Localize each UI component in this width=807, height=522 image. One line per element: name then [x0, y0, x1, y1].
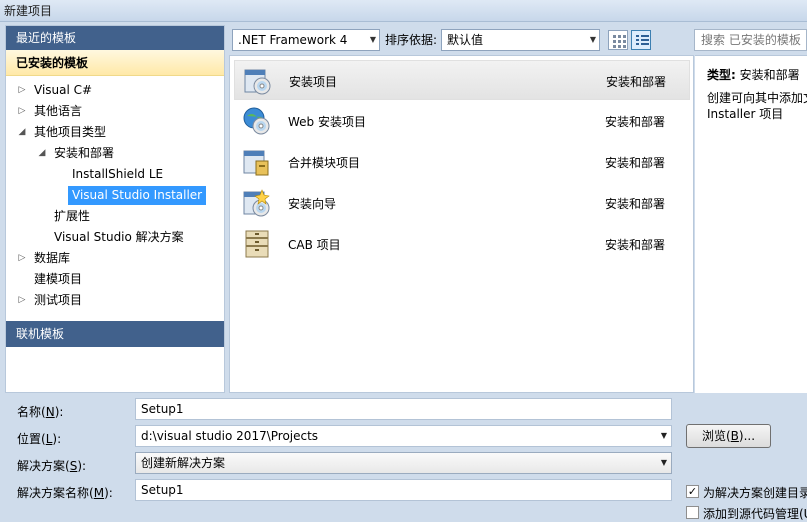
online-templates-header[interactable]: 联机模板: [6, 321, 224, 347]
checkbox-box[interactable]: [686, 506, 699, 519]
cab-project-icon: [242, 229, 272, 259]
sort-select-value: 默认值: [447, 33, 484, 47]
sort-label: 排序依据:: [385, 33, 438, 47]
project-name-input[interactable]: Setup1: [135, 398, 672, 420]
template-item[interactable]: 安装向导 安装和部署: [234, 183, 690, 223]
tree-item[interactable]: 建模项目: [6, 269, 224, 290]
sort-select[interactable]: 默认值 ▼: [441, 29, 600, 51]
template-list: 安装项目 安装和部署 Web 安装项目 安装和部署 合并模块项目 安装和部署 安装向导 安装和…: [229, 55, 694, 393]
template-description: 创建可向其中添加文 Installer 项目: [707, 90, 807, 122]
tree-item[interactable]: ▷ 测试项目: [6, 290, 224, 311]
recent-templates-header[interactable]: 最近的模板: [6, 26, 224, 50]
type-value: 安装和部署: [739, 68, 800, 82]
project-form: 名称(N): Setup1 位置(L): d:\visual studio 20…: [0, 393, 807, 521]
template-name: 安装向导: [288, 197, 337, 211]
tree-item-label: Visual Studio Installer: [68, 186, 207, 205]
tree-item-label: 测试项目: [34, 293, 83, 307]
solution-name-input[interactable]: Setup1: [135, 479, 672, 501]
tree-item[interactable]: ◢ 其他项目类型: [6, 122, 224, 143]
framework-select[interactable]: .NET Framework 4 ▼: [232, 29, 380, 51]
tree-item[interactable]: ▷ 其他语言: [6, 101, 224, 122]
setup-project-icon: [243, 66, 273, 96]
template-name: 合并模块项目: [288, 156, 361, 170]
create-directory-label: 为解决方案创建目录: [703, 486, 807, 500]
collapsed-arrow-icon[interactable]: ▷: [16, 101, 28, 122]
source-control-label: 添加到源代码管理(U): [703, 507, 807, 521]
tree-item-label: 其他项目类型: [34, 125, 107, 139]
tree-item-label: 扩展性: [54, 209, 91, 223]
template-item[interactable]: 安装项目 安装和部署: [234, 60, 690, 100]
tree-item-label: Visual Studio 解决方案: [54, 230, 184, 244]
small-icons-view-button[interactable]: [608, 30, 628, 50]
template-details-panel: 类型: 安装和部署 创建可向其中添加文 Installer 项目: [695, 55, 807, 393]
expanded-arrow-icon[interactable]: ◢: [16, 122, 28, 143]
template-item[interactable]: Web 安装项目 安装和部署: [234, 101, 690, 141]
template-search-input[interactable]: 搜索 已安装的模板: [694, 29, 807, 51]
location-value: d:\visual studio 2017\Projects: [141, 429, 319, 443]
tree-item[interactable]: ▷ 数据库: [6, 248, 224, 269]
tree-item-label: 安装和部署: [54, 146, 115, 160]
collapsed-arrow-icon[interactable]: ▷: [16, 80, 28, 101]
tree-item-label: Visual C#: [34, 83, 93, 97]
tree-item-label: 数据库: [34, 251, 71, 265]
tree-item-label: InstallShield LE: [72, 167, 164, 181]
location-label: 位置(L):: [17, 432, 62, 446]
tree-item[interactable]: Visual Studio Installer: [6, 185, 224, 206]
template-toolbar: .NET Framework 4 ▼ 排序依据: 默认值 ▼ 搜索 已安装的模板: [228, 27, 807, 53]
description-line: 创建可向其中添加文: [707, 91, 807, 105]
template-category-panel: 最近的模板 已安装的模板 ▷ Visual C# ▷ 其他语言 ◢ 其他项目类型 ◢ 安装和部…: [5, 25, 225, 393]
merge-module-icon: [242, 147, 272, 177]
template-name: CAB 项目: [288, 238, 341, 252]
tree-item[interactable]: 扩展性: [6, 206, 224, 227]
installed-templates-header[interactable]: 已安装的模板: [6, 50, 224, 76]
template-name: 安装项目: [289, 75, 338, 89]
location-input[interactable]: d:\visual studio 2017\Projects ▼: [135, 425, 672, 447]
template-name: Web 安装项目: [288, 115, 366, 129]
solution-name-label: 解决方案名称(M):: [17, 486, 113, 500]
template-category: 安装和部署: [606, 75, 667, 89]
template-category: 安装和部署: [605, 197, 666, 211]
template-category: 安装和部署: [605, 115, 666, 129]
solution-select[interactable]: 创建新解决方案 ▼: [135, 452, 672, 474]
template-tree: ▷ Visual C# ▷ 其他语言 ◢ 其他项目类型 ◢ 安装和部署 InstallShiel…: [6, 76, 224, 320]
type-label: 类型:: [707, 68, 736, 82]
template-item[interactable]: 合并模块项目 安装和部署: [234, 142, 690, 182]
title-bar: 新建项目: [0, 0, 807, 22]
collapsed-arrow-icon[interactable]: ▷: [16, 290, 28, 311]
list-view-button[interactable]: [631, 30, 651, 50]
name-label: 名称(N):: [17, 405, 64, 419]
template-item[interactable]: CAB 项目 安装和部署: [234, 224, 690, 264]
solution-select-value: 创建新解决方案: [141, 456, 226, 470]
template-category: 安装和部署: [605, 238, 666, 252]
tree-item[interactable]: InstallShield LE: [6, 164, 224, 185]
chevron-down-icon[interactable]: ▼: [661, 426, 667, 446]
expanded-arrow-icon[interactable]: ◢: [36, 143, 48, 164]
browse-button[interactable]: 浏览(B)...: [686, 424, 771, 448]
description-line: Installer 项目: [707, 107, 784, 121]
window-title: 新建项目: [4, 4, 53, 18]
chevron-down-icon: ▼: [660, 458, 667, 467]
chevron-down-icon: ▼: [369, 35, 376, 44]
collapsed-arrow-icon[interactable]: ▷: [16, 248, 28, 269]
framework-select-value: .NET Framework 4: [238, 33, 348, 47]
tree-item[interactable]: Visual Studio 解决方案: [6, 227, 224, 248]
tree-item-label: 其他语言: [34, 104, 83, 118]
template-type: 类型: 安装和部署: [707, 66, 800, 83]
web-setup-project-icon: [242, 106, 272, 136]
tree-item[interactable]: ▷ Visual C#: [6, 80, 224, 101]
checkbox-box[interactable]: ✓: [686, 485, 699, 498]
setup-wizard-icon: [242, 188, 272, 218]
tree-item-label: 建模项目: [34, 272, 83, 286]
template-category: 安装和部署: [605, 156, 666, 170]
chevron-down-icon: ▼: [589, 35, 596, 44]
solution-label: 解决方案(S):: [17, 459, 87, 473]
tree-item[interactable]: ◢ 安装和部署: [6, 143, 224, 164]
